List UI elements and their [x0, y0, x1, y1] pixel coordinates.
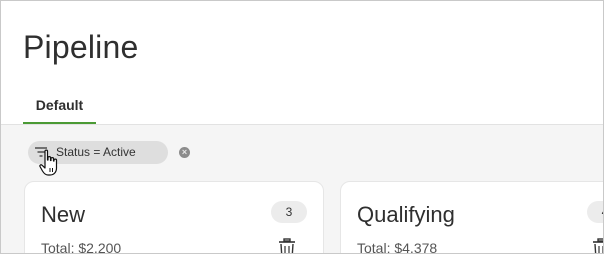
column-total: Total: $2,200 — [41, 240, 122, 254]
pipeline-column-new: New 3 Total: $2,200 — [24, 181, 324, 254]
column-title: Qualifying — [357, 202, 455, 227]
hand-cursor-icon — [39, 149, 58, 176]
count-badge: 3 — [271, 201, 307, 223]
close-icon[interactable]: × — [179, 147, 190, 158]
trash-icon[interactable] — [277, 238, 297, 254]
column-title: New — [41, 202, 86, 227]
column-total: Total: $4,378 — [357, 240, 438, 254]
tab-bar: Default — [1, 87, 603, 125]
filter-chip-label: Status = Active — [56, 145, 136, 159]
count-badge: 4 — [587, 201, 603, 223]
pipeline-window: Pipeline Default Status = Active × New 3… — [0, 0, 604, 254]
pipeline-column-qualifying: Qualifying 4 Total: $4,378 — [340, 181, 604, 254]
trash-icon[interactable] — [591, 238, 604, 254]
board-area: Status = Active × New 3 Total: $2,200 Qu… — [1, 125, 604, 254]
tab-default[interactable]: Default — [23, 87, 96, 124]
page-title: Pipeline — [23, 29, 139, 65]
